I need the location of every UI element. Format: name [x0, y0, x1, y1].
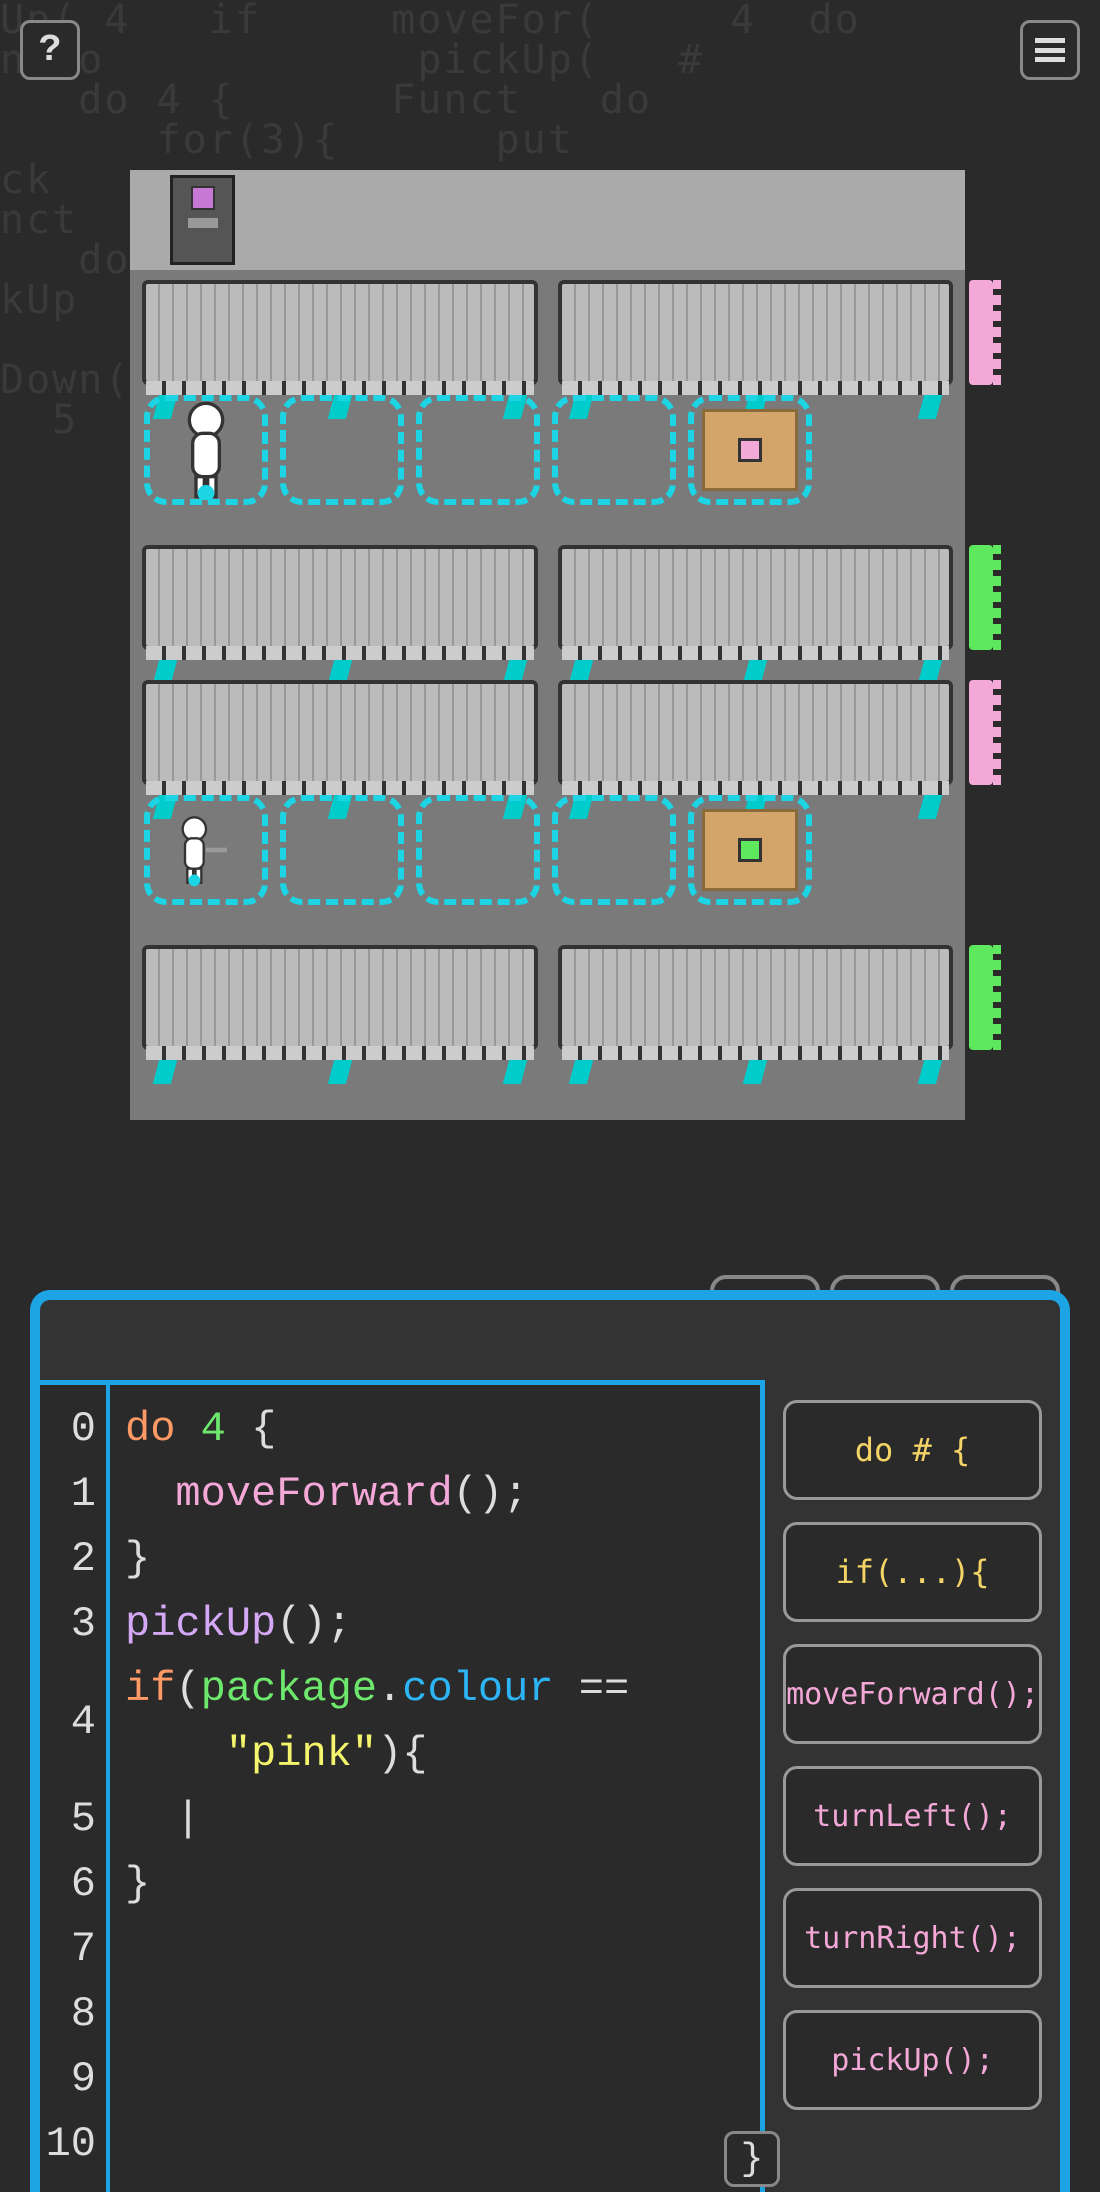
conveyor-row [130, 945, 965, 1050]
conveyor-segment [142, 545, 538, 650]
game-header [130, 170, 965, 270]
cmd-do[interactable]: do # { [783, 1400, 1042, 1500]
package-color-indicator [738, 438, 762, 462]
path-tile [688, 395, 812, 505]
help-button[interactable]: ? [20, 20, 80, 80]
conveyor-row [130, 680, 965, 785]
menu-button[interactable] [1020, 20, 1080, 80]
path-row [130, 785, 965, 915]
robot [150, 401, 262, 499]
cmd-if[interactable]: if(...){ [783, 1522, 1042, 1622]
cmd-turnleft[interactable]: turnLeft(); [783, 1766, 1042, 1866]
conveyor-segment [142, 945, 538, 1050]
insert-close-brace-button[interactable]: } [724, 2131, 780, 2187]
cmd-moveforward[interactable]: moveForward(); [783, 1644, 1042, 1744]
line-number: 0 [40, 1397, 96, 1462]
conveyor-row [130, 280, 965, 385]
line-number: 2 [40, 1527, 96, 1592]
line-number: 8 [40, 1982, 96, 2047]
line-number: 6 [40, 1852, 96, 1917]
cmd-pickup[interactable]: pickUp(); [783, 2010, 1042, 2110]
path-row [130, 385, 965, 515]
hamburger-icon [1035, 38, 1065, 62]
robot [150, 801, 262, 899]
exit-door [170, 175, 235, 265]
code-editor[interactable]: 0 1 2 3 4 5 6 7 8 9 10 do 4 { moveForwar… [40, 1380, 765, 2192]
conveyor-segment [142, 280, 538, 385]
door-indicator [191, 186, 215, 210]
package-color-indicator [738, 838, 762, 862]
path-tile [280, 795, 404, 905]
package-green [702, 809, 798, 891]
code-content[interactable]: do 4 { moveForward(); } pickUp(); if(pac… [110, 1385, 760, 2192]
line-gutter: 0 1 2 3 4 5 6 7 8 9 10 [40, 1385, 110, 2192]
line-number: 1 [40, 1462, 96, 1527]
line-number: 5 [40, 1787, 96, 1852]
path-tile [144, 395, 268, 505]
path-tile [280, 395, 404, 505]
path-tile [552, 395, 676, 505]
help-icon: ? [39, 29, 62, 72]
conveyor-segment [558, 680, 954, 785]
path-tile [144, 795, 268, 905]
conveyor-row [130, 545, 965, 650]
lane-end-pink [969, 680, 993, 785]
door-slot [188, 218, 218, 228]
path-tile [416, 395, 540, 505]
lane-end-green [969, 545, 993, 650]
lane-end-green [969, 945, 993, 1050]
path-tile [416, 795, 540, 905]
line-number: 9 [40, 2047, 96, 2112]
cmd-turnright[interactable]: turnRight(); [783, 1888, 1042, 1988]
conveyor-segment [142, 680, 538, 785]
lane-end-pink [969, 280, 993, 385]
conveyor-segment [558, 545, 954, 650]
path-tile [552, 795, 676, 905]
conveyor-segment [558, 280, 954, 385]
code-panel: 0 1 2 3 4 5 6 7 8 9 10 do 4 { moveForwar… [30, 1290, 1070, 2192]
game-board [130, 170, 965, 1120]
line-number: 4 [40, 1657, 96, 1787]
line-number: 7 [40, 1917, 96, 1982]
line-number: 10 [40, 2112, 96, 2177]
conveyor-segment [558, 945, 954, 1050]
path-tile [688, 795, 812, 905]
line-number: 3 [40, 1592, 96, 1657]
package-pink [702, 409, 798, 491]
command-palette: do # { if(...){ moveForward(); turnLeft(… [765, 1300, 1060, 2192]
